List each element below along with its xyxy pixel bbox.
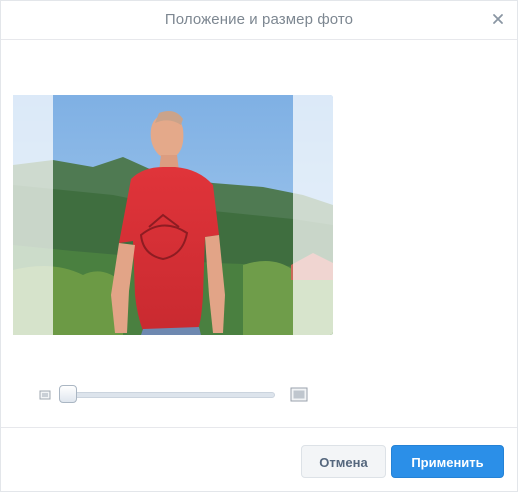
zoom-in-icon[interactable] xyxy=(290,387,308,402)
photo-crop-area[interactable] xyxy=(13,95,333,335)
crop-shade-left xyxy=(13,95,53,335)
photo-position-dialog: Положение и размер фото Отмена Применить xyxy=(0,0,518,492)
zoom-slider-track[interactable] xyxy=(59,392,275,398)
zoom-slider-handle[interactable] xyxy=(59,385,77,403)
dialog-header: Положение и размер фото xyxy=(1,1,517,40)
crop-selection-frame[interactable] xyxy=(53,95,293,335)
cancel-button[interactable]: Отмена xyxy=(301,445,386,478)
crop-shade-right xyxy=(293,95,333,335)
zoom-out-icon[interactable] xyxy=(39,389,51,401)
dialog-title: Положение и размер фото xyxy=(164,11,354,28)
apply-button[interactable]: Применить xyxy=(391,445,504,478)
close-icon xyxy=(493,14,503,24)
zoom-control xyxy=(37,383,313,407)
close-button[interactable] xyxy=(489,10,507,28)
dialog-footer: Отмена Применить xyxy=(1,427,517,492)
